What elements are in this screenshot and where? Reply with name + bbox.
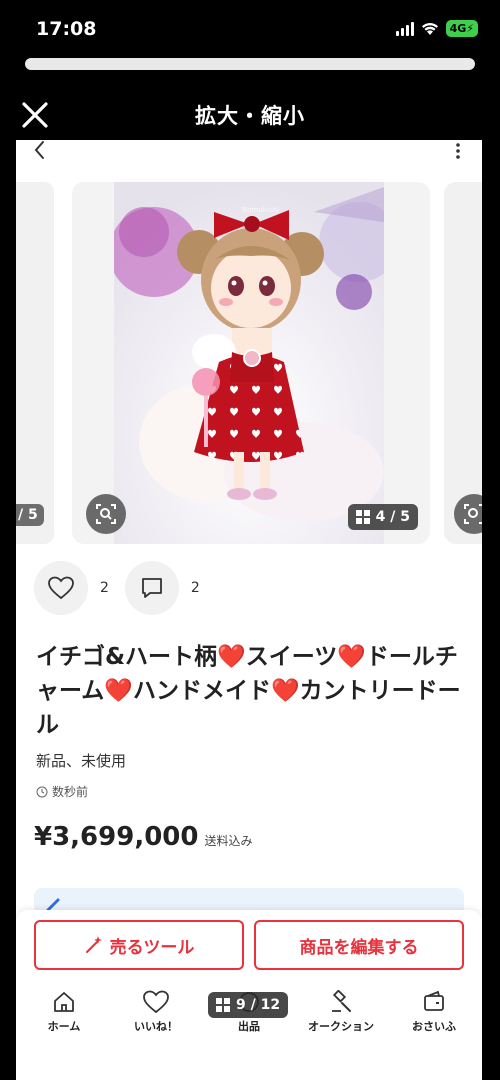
item-price: ¥3,699,000 — [34, 822, 199, 852]
home-icon — [54, 992, 74, 1012]
grid-icon — [216, 998, 230, 1012]
carousel-next-slide[interactable] — [444, 182, 482, 544]
image-counter-label: 4 / 5 — [375, 509, 410, 525]
posted-time: 数秒前 — [36, 783, 88, 800]
grid-icon — [355, 510, 370, 524]
like-button[interactable] — [34, 561, 88, 615]
sheet-grabber[interactable] — [25, 58, 475, 70]
next-zoom-button[interactable] — [454, 494, 482, 534]
shipping-label: 送料込み — [204, 834, 253, 848]
clock-icon — [36, 786, 48, 797]
back-icon[interactable] — [30, 140, 50, 160]
more-icon[interactable] — [454, 142, 462, 160]
image-carousel[interactable]: / 5 Nomukichi 4 / 5 — [16, 182, 482, 544]
tab-listing-label: 出品 — [238, 1020, 260, 1033]
tab-auction-label: オークション — [308, 1020, 374, 1033]
carousel-current-slide[interactable]: Nomukichi 4 / 5 — [72, 182, 430, 544]
product-photo[interactable]: Nomukichi — [114, 182, 384, 544]
auction-icon — [332, 990, 351, 1012]
tab-likes[interactable]: いいね！ — [116, 990, 196, 1034]
status-icons: 4G⚡ — [395, 20, 478, 37]
network-label: 4G — [449, 22, 467, 35]
modal-title: 拡大・縮小 — [195, 104, 305, 128]
image-counter[interactable]: 4 / 5 — [347, 504, 418, 530]
wallet-icon — [424, 990, 444, 1011]
item-page[interactable]: / 5 Nomukichi 4 / 5 2 2 イチゴ&ハート柄❤️スイーツ❤️… — [16, 140, 482, 1080]
wifi-icon — [421, 22, 438, 35]
posted-time-label: 数秒前 — [52, 785, 89, 799]
like-count: 2 — [100, 580, 109, 596]
screenshot-counter-label: 9 / 12 — [236, 997, 281, 1013]
tab-wallet[interactable]: おさいふ — [394, 990, 474, 1034]
edit-item-button[interactable]: 商品を編集する — [254, 920, 464, 970]
battery-icon: 4G⚡ — [445, 20, 478, 37]
item-condition: 新品、未使用 — [36, 752, 127, 770]
modal-header: 拡大・縮小 — [0, 92, 500, 136]
comment-icon — [142, 578, 162, 598]
comment-count: 2 — [190, 580, 200, 596]
item-title: イチゴ&ハート柄❤️スイーツ❤️ドールチャーム❤️ハンドメイド❤️カントリードー… — [36, 644, 461, 738]
zoom-search-icon — [96, 504, 116, 524]
tab-home[interactable]: ホーム — [24, 990, 104, 1034]
heart-icon — [48, 576, 74, 600]
signal-icon — [395, 21, 414, 36]
carousel-prev-slide[interactable]: / 5 — [16, 182, 54, 544]
image-zoom-button[interactable] — [86, 494, 126, 534]
zoom-search-icon — [464, 504, 482, 524]
sell-tools-label: 売るツール — [109, 937, 195, 958]
bottom-action-bar: 売るツール 商品を編集する ホーム いいね！ 出品 オークション おさいふ 9 … — [16, 910, 482, 1080]
tab-likes-label: いいね！ — [134, 1020, 178, 1033]
status-time: 17:08 — [36, 18, 97, 40]
reaction-row: 2 2 — [34, 560, 216, 616]
price-row: ¥3,699,000 送料込み — [34, 822, 253, 852]
status-bar: 17:08 4G⚡ — [0, 0, 500, 60]
photo-watermark: Nomukichi — [242, 206, 279, 214]
tab-home-label: ホーム — [47, 1020, 81, 1033]
screenshot-counter[interactable]: 9 / 12 — [208, 992, 289, 1018]
tab-auction[interactable]: オークション — [301, 990, 381, 1034]
magic-wand-icon — [85, 936, 102, 953]
heart-icon — [143, 990, 169, 1014]
tab-wallet-label: おさいふ — [412, 1020, 456, 1033]
sell-tools-button[interactable]: 売るツール — [34, 920, 244, 970]
prev-image-counter: / 5 — [16, 504, 44, 526]
comment-button[interactable] — [124, 561, 179, 615]
edit-item-label: 商品を編集する — [299, 937, 419, 958]
